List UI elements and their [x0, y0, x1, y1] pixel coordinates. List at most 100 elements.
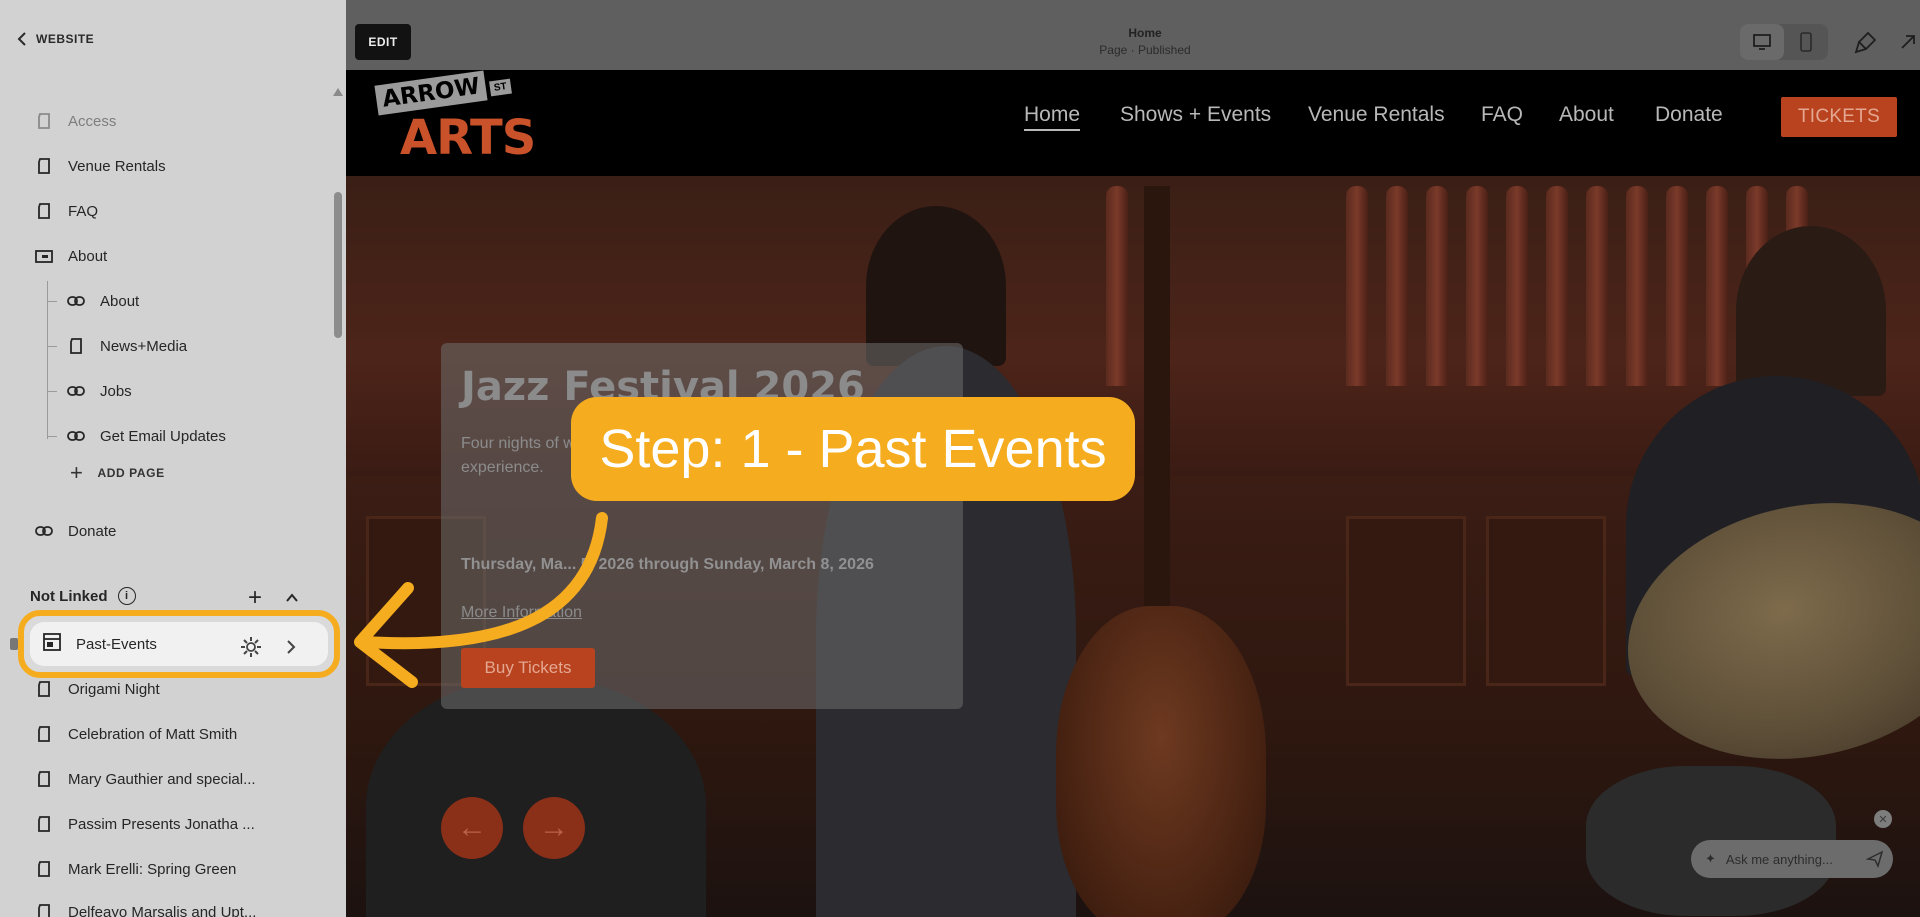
- tree-connector: [47, 281, 48, 439]
- page-icon: [34, 111, 54, 131]
- chevron-left-icon: [17, 32, 26, 46]
- mobile-icon: [1800, 32, 1812, 52]
- sidebar-item-label: Access: [68, 112, 117, 130]
- page-icon: [34, 156, 54, 176]
- ask-assistant-input[interactable]: ✦ Ask me anything...: [1691, 840, 1893, 878]
- scroll-up-arrow[interactable]: [333, 88, 343, 96]
- tree-connector: [47, 391, 57, 392]
- sidebar-item-label: Past-Events: [76, 635, 157, 653]
- site-logo[interactable]: ARROW ST: [374, 70, 512, 116]
- back-to-website-link[interactable]: WEBSITE: [16, 32, 94, 46]
- tickets-button[interactable]: TICKETS: [1781, 97, 1897, 137]
- sidebar-item-celebration-of-matt-smith[interactable]: Celebration of Matt Smith: [34, 719, 237, 749]
- sidebar-item-about-link[interactable]: About: [66, 286, 139, 316]
- chevron-right-icon[interactable]: [284, 638, 298, 656]
- sidebar-item-venue-rentals[interactable]: Venue Rentals: [34, 151, 166, 181]
- page-icon: [34, 902, 54, 917]
- sidebar-item-get-email-updates[interactable]: Get Email Updates: [66, 421, 226, 451]
- nav-faq[interactable]: FAQ: [1481, 103, 1523, 127]
- slideshow-next-button[interactable]: →: [523, 797, 585, 859]
- page-icon: [66, 336, 86, 356]
- sidebar-item-access[interactable]: Access: [34, 106, 116, 136]
- not-linked-title: Not Linked: [30, 587, 108, 605]
- page-title: Home: [1128, 26, 1162, 40]
- logo-word-st: ST: [489, 78, 512, 97]
- nav-about[interactable]: About: [1559, 103, 1614, 127]
- sidebar-item-label: Celebration of Matt Smith: [68, 725, 238, 743]
- site-styles-brush-icon[interactable]: [1854, 30, 1878, 54]
- sidebar-item-mary-gauthier[interactable]: Mary Gauthier and special...: [34, 764, 256, 794]
- plus-icon: +: [70, 460, 84, 485]
- page-icon: [34, 859, 54, 879]
- sidebar-item-passim-presents[interactable]: Passim Presents Jonatha ...: [34, 809, 255, 839]
- sidebar-item-label: FAQ: [68, 202, 99, 220]
- gear-icon[interactable]: [240, 636, 262, 658]
- link-icon: [66, 381, 86, 401]
- not-linked-header: Not Linked i: [30, 587, 136, 605]
- mobile-view-button[interactable]: [1784, 24, 1828, 60]
- sidebar-item-label: Venue Rentals: [68, 157, 166, 175]
- edit-button[interactable]: EDIT: [355, 24, 411, 60]
- add-page-label: ADD PAGE: [97, 466, 165, 480]
- sidebar-item-jobs[interactable]: Jobs: [66, 376, 132, 406]
- send-icon[interactable]: [1866, 850, 1884, 868]
- nav-venue-rentals[interactable]: Venue Rentals: [1308, 103, 1445, 127]
- page-icon: [34, 814, 54, 834]
- sidebar-item-label: Origami Night: [68, 680, 160, 698]
- pages-sidebar: WEBSITE Access Venue Rentals FAQ About A…: [0, 0, 346, 917]
- sidebar-item-past-events[interactable]: Past-Events: [18, 610, 340, 678]
- expand-icon[interactable]: [1898, 32, 1918, 52]
- sidebar-item-faq[interactable]: FAQ: [34, 196, 98, 226]
- drag-handle-icon[interactable]: [10, 638, 18, 650]
- sidebar-item-mark-erelli[interactable]: Mark Erelli: Spring Green: [34, 854, 236, 884]
- step-callout: Step: 1 - Past Events: [571, 397, 1135, 501]
- device-toggle: [1740, 24, 1828, 60]
- page-icon: [34, 201, 54, 221]
- arrow-right-icon: →: [539, 811, 569, 844]
- nav-donate[interactable]: Donate: [1655, 103, 1723, 127]
- link-icon: [66, 291, 86, 311]
- desktop-icon: [1753, 34, 1771, 50]
- add-page-button[interactable]: + ADD PAGE: [70, 462, 165, 484]
- page-icon: [34, 724, 54, 744]
- hero-photo-bass: [1056, 606, 1266, 917]
- sidebar-item-label: About: [100, 292, 140, 310]
- nav-home[interactable]: Home: [1024, 103, 1081, 131]
- arrow-left-icon: ←: [457, 811, 487, 844]
- sidebar-item-news-media[interactable]: News+Media: [66, 331, 187, 361]
- sidebar-item-label: Mark Erelli: Spring Green: [68, 860, 237, 878]
- events-page-icon: [42, 632, 62, 656]
- callout-arrow-icon: [354, 512, 608, 688]
- page-status: Page · Published: [1099, 43, 1191, 57]
- sidebar-item-label: Jobs: [100, 382, 132, 400]
- page-icon: [34, 679, 54, 699]
- slideshow-prev-button[interactable]: ←: [441, 797, 503, 859]
- add-unlinked-page-button[interactable]: +: [248, 584, 262, 612]
- sidebar-item-about-folder[interactable]: About: [34, 241, 107, 271]
- sidebar-item-label: Donate: [68, 522, 117, 540]
- info-icon[interactable]: i: [117, 587, 136, 605]
- tree-connector: [47, 301, 57, 302]
- sidebar-item-label: Mary Gauthier and special...: [68, 770, 256, 788]
- folder-icon: [34, 246, 54, 266]
- link-icon: [34, 521, 54, 541]
- ask-placeholder: Ask me anything...: [1725, 851, 1833, 867]
- desktop-view-button[interactable]: [1740, 24, 1784, 60]
- step-callout-text: Step: 1 - Past Events: [599, 419, 1107, 479]
- chevron-up-icon[interactable]: [286, 592, 298, 604]
- sparkle-icon: ✦: [1705, 851, 1716, 866]
- close-icon[interactable]: ✕: [1874, 810, 1892, 828]
- sidebar-item-label: Passim Presents Jonatha ...: [68, 815, 255, 833]
- back-label: WEBSITE: [36, 32, 95, 46]
- nav-shows-events[interactable]: Shows + Events: [1120, 103, 1271, 127]
- sidebar-item-origami-night[interactable]: Origami Night: [34, 674, 160, 704]
- sidebar-item-label: Delfeayo Marsalis and Upt...: [68, 903, 257, 917]
- sidebar-scrollbar[interactable]: [334, 192, 342, 338]
- sidebar-item-label: About: [68, 247, 108, 265]
- sidebar-item-delfeayo-marsalis[interactable]: Delfeayo Marsalis and Upt...: [34, 897, 256, 917]
- sidebar-item-label: Get Email Updates: [100, 427, 226, 445]
- logo-word-arts: ARTS: [400, 110, 536, 166]
- tree-connector: [47, 346, 57, 347]
- sidebar-item-label: News+Media: [100, 337, 188, 355]
- sidebar-item-donate[interactable]: Donate: [34, 516, 116, 546]
